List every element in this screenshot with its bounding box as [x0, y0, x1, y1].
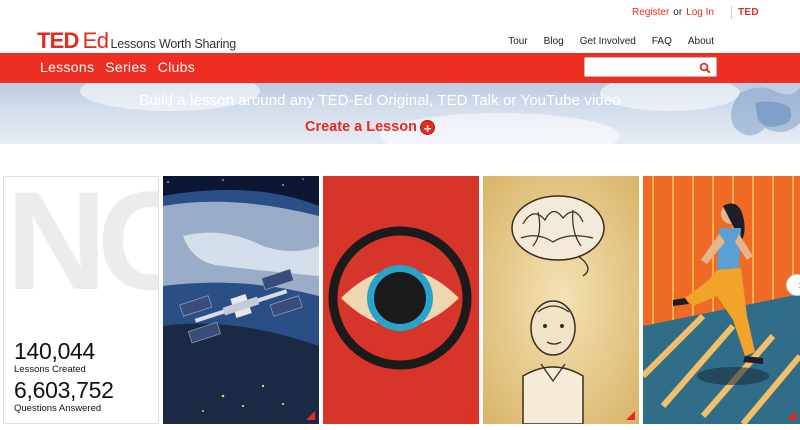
runner-lesson-tile[interactable]: › [643, 176, 800, 424]
nav-tour[interactable]: Tour [508, 36, 527, 47]
space-station-lesson-tile[interactable] [163, 176, 319, 424]
or-text: or [673, 7, 683, 18]
nav-clubs[interactable]: Clubs [158, 59, 195, 75]
stats-tile: NO 140,044 Lessons Created 6,603,752 Que… [3, 176, 159, 424]
nav-series[interactable]: Series [105, 59, 146, 75]
create-lesson-banner: Build a lesson around any TED-Ed Origina… [0, 83, 800, 144]
main-nav: Lessons Series Clubs [40, 59, 195, 75]
login-link[interactable]: Log In [686, 7, 714, 18]
background-letters-art: NO [6, 176, 158, 319]
brain-illustration [483, 176, 639, 424]
ted-link[interactable]: TED [732, 7, 759, 18]
create-lesson-label: Create a Lesson [305, 119, 418, 135]
nav-blog[interactable]: Blog [544, 36, 564, 47]
eye-illustration [323, 176, 479, 424]
lesson-corner-marker [626, 411, 635, 420]
nav-about[interactable]: About [688, 36, 714, 47]
top-nav: Tour Blog Get Involved FAQ About [508, 36, 714, 47]
logo-tagline: Lessons Worth Sharing [110, 37, 237, 51]
lesson-corner-marker [466, 411, 475, 420]
runner-illustration [643, 176, 800, 424]
lessons-count: 140,044 [14, 338, 96, 364]
space-station-illustration [163, 176, 319, 424]
banner-text: Build a lesson around any TED-Ed Origina… [139, 92, 621, 109]
search-box [584, 57, 717, 77]
main-nav-bar: Lessons Series Clubs [0, 53, 800, 83]
logo-ed: Ed [82, 28, 109, 53]
nav-lessons[interactable]: Lessons [40, 59, 94, 75]
lesson-corner-marker [306, 411, 315, 420]
lessons-label: Lessons Created [14, 364, 86, 375]
lesson-corner-marker [787, 411, 796, 420]
plus-icon: + [420, 119, 436, 136]
search-icon[interactable] [699, 61, 711, 79]
questions-label: Questions Answered [14, 403, 102, 414]
create-lesson-button[interactable]: Create a Lesson + [305, 119, 436, 136]
utility-links: Register or Log In [632, 7, 714, 18]
eye-lesson-tile[interactable] [323, 176, 479, 424]
logo-ted: TED [37, 28, 79, 53]
nav-get-involved[interactable]: Get Involved [580, 36, 636, 47]
questions-count: 6,603,752 [14, 377, 114, 403]
register-link[interactable]: Register [632, 7, 669, 18]
page: Register or Log In TED TED Ed Lessons Wo… [0, 0, 800, 430]
search-input[interactable] [589, 60, 699, 75]
lesson-tiles: NO 140,044 Lessons Created 6,603,752 Que… [0, 176, 800, 424]
brain-lesson-tile[interactable] [483, 176, 639, 424]
nav-faq[interactable]: FAQ [652, 36, 672, 47]
ted-ed-logo[interactable]: TED Ed Lessons Worth Sharing [37, 28, 236, 54]
